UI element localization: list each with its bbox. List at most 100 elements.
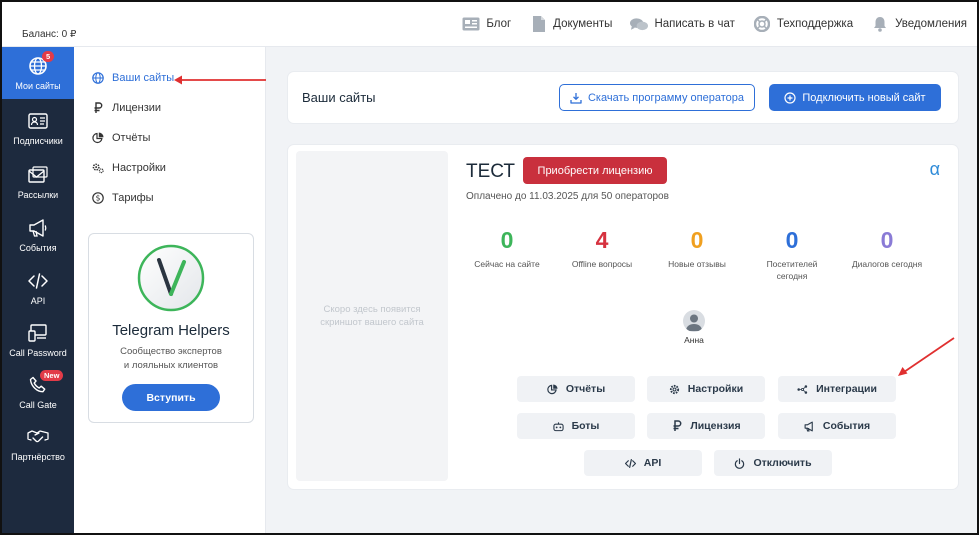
new-badge: New — [40, 370, 64, 381]
site-screenshot-placeholder: Скоро здесь появится скриншот вашего сай… — [296, 151, 448, 481]
stat-value: 0 — [785, 227, 799, 253]
subnav-item-tariffs[interactable]: $ Тарифы — [92, 192, 154, 204]
license-button[interactable]: Лицензия — [647, 413, 765, 439]
subnav-item-label: Лицензии — [112, 102, 162, 114]
promo-title: Telegram Helpers — [112, 322, 230, 339]
api-button[interactable]: API — [584, 450, 702, 476]
code-icon — [624, 458, 636, 469]
promo-subtitle-line: и лояльных клиентов — [123, 360, 219, 371]
stat-offline-questions: 4 Offline вопросы — [557, 227, 647, 270]
sidebar-item-label: Call Gate — [19, 400, 57, 410]
subnav-item-licenses[interactable]: Лицензии — [92, 102, 161, 114]
gear-icon — [669, 384, 680, 395]
stat-label: Offline вопросы — [571, 259, 633, 269]
sidebar-item-label: События — [19, 243, 57, 253]
sidebar-item-label: Call Password — [9, 348, 67, 358]
connect-new-site-label: Подключить новый сайт — [802, 91, 926, 104]
buy-license-button[interactable]: Приобрести лицензию — [523, 157, 667, 184]
app-window: Баланс: 0 ₽ Блог Документы Написать в ча… — [0, 0, 979, 535]
subnav-item-your-sites[interactable]: Ваши сайты — [92, 72, 174, 84]
stat-label: Диалогов сегодня — [851, 259, 923, 269]
stat-visitors-today: 0 Посетителей сегодня — [747, 227, 837, 282]
stat-online: 0 Сейчас на сайте — [462, 227, 552, 270]
top-nav-blog-label: Блог — [486, 18, 512, 30]
top-bar: Баланс: 0 ₽ Блог Документы Написать в ча… — [2, 2, 977, 47]
sidebar-item-mailings[interactable]: Рассылки — [2, 156, 74, 208]
site-card: Скоро здесь появится скриншот вашего сай… — [288, 145, 958, 489]
top-nav-support-label: Техподдержка — [776, 18, 854, 30]
settings-button[interactable]: Настройки — [647, 376, 765, 402]
subnav-item-label: Настройки — [112, 162, 166, 174]
top-nav-documents-label: Документы — [553, 18, 613, 30]
connect-new-site-button[interactable]: Подключить новый сайт — [769, 84, 941, 111]
sidebar-item-subscribers[interactable]: Подписчики — [2, 102, 74, 154]
subnav-item-label: Тарифы — [112, 192, 154, 204]
avatar — [683, 310, 705, 332]
stat-value: 4 — [595, 227, 609, 253]
megaphone-icon — [27, 217, 49, 239]
reports-button[interactable]: Отчёты — [517, 376, 635, 402]
telegram-helpers-logo — [137, 244, 205, 312]
stat-label: Новые отзывы — [668, 259, 726, 269]
globe-icon — [92, 72, 104, 84]
action-label: API — [643, 457, 662, 469]
bots-button[interactable]: Боты — [517, 413, 635, 439]
download-icon — [570, 92, 582, 104]
action-label: Отключить — [753, 457, 812, 469]
gears-icon — [92, 162, 104, 174]
events-button[interactable]: События — [778, 413, 896, 439]
join-button[interactable]: Вступить — [122, 384, 220, 411]
mail-icon — [27, 164, 49, 186]
devices-icon — [27, 322, 49, 344]
sub-navigation: Ваши сайты Лицензии Отчёты Настройки $ Т… — [74, 47, 266, 533]
power-icon — [734, 457, 745, 469]
subnav-item-reports[interactable]: Отчёты — [92, 132, 150, 144]
paid-until-text: Оплачено до 11.03.2025 для 50 операторов — [466, 191, 669, 202]
chat-icon — [630, 16, 649, 32]
stat-value: 0 — [500, 227, 514, 253]
subnav-item-settings[interactable]: Настройки — [92, 162, 166, 174]
sidebar-item-label: Партнёрство — [11, 452, 65, 462]
sidebar-item-label: Рассылки — [17, 190, 59, 200]
sidebar-item-events[interactable]: События — [2, 209, 74, 261]
stat-label: Сейчас на сайте — [474, 259, 540, 269]
sidebar-item-call-gate[interactable]: Call Gate New — [2, 366, 74, 418]
top-nav-notifications[interactable]: Уведомления — [871, 16, 967, 32]
action-label: Боты — [571, 420, 600, 432]
top-nav-support[interactable]: Техподдержка — [753, 16, 853, 32]
sidebar-item-label: API — [30, 296, 46, 306]
subnav-item-label: Ваши сайты — [112, 72, 175, 84]
annotation-arrow — [898, 337, 955, 376]
megaphone-icon — [804, 421, 815, 432]
top-nav: Блог Документы Написать в чат Техподдерж… — [462, 16, 967, 32]
operator-name: Анна — [684, 335, 704, 345]
sidebar-item-my-sites[interactable]: Мои сайты 5 — [2, 47, 74, 99]
integrations-icon — [797, 384, 808, 395]
balance-text: Баланс: 0 ₽ — [22, 29, 77, 40]
stat-value: 0 — [690, 227, 704, 253]
subnav-item-label: Отчёты — [112, 132, 151, 144]
pie-chart-icon — [547, 383, 558, 395]
top-nav-documents[interactable]: Документы — [529, 16, 612, 32]
download-operator-button[interactable]: Скачать программу оператора — [559, 84, 755, 111]
dollar-circle-icon: $ — [92, 192, 104, 204]
promo-subtitle: Сообщество экспертов и лояльных клиентов — [89, 345, 253, 373]
top-nav-chat[interactable]: Написать в чат — [630, 16, 735, 32]
stat-label: Посетителей сегодня — [766, 259, 818, 281]
main-sidebar: Мои сайты 5 Подписчики Рассылки События — [2, 47, 74, 533]
download-operator-label: Скачать программу оператора — [587, 91, 744, 104]
sidebar-item-api[interactable]: API — [2, 262, 74, 314]
stat-dialogs-today: 0 Диалогов сегодня — [842, 227, 932, 270]
plus-circle-icon — [784, 91, 796, 104]
sidebar-item-call-password[interactable]: Call Password — [2, 314, 74, 366]
page-title: Ваши сайты — [302, 90, 376, 105]
operator[interactable]: Анна — [682, 310, 706, 345]
sidebar-item-label: Мои сайты — [15, 81, 61, 91]
disconnect-button[interactable]: Отключить — [714, 450, 832, 476]
code-icon — [27, 270, 49, 292]
sidebar-item-partnership[interactable]: Партнёрство — [2, 418, 74, 470]
action-label: Настройки — [687, 383, 744, 395]
integrations-button[interactable]: Интеграции — [778, 376, 896, 402]
blog-icon — [462, 16, 480, 32]
top-nav-blog[interactable]: Блог — [462, 16, 511, 32]
